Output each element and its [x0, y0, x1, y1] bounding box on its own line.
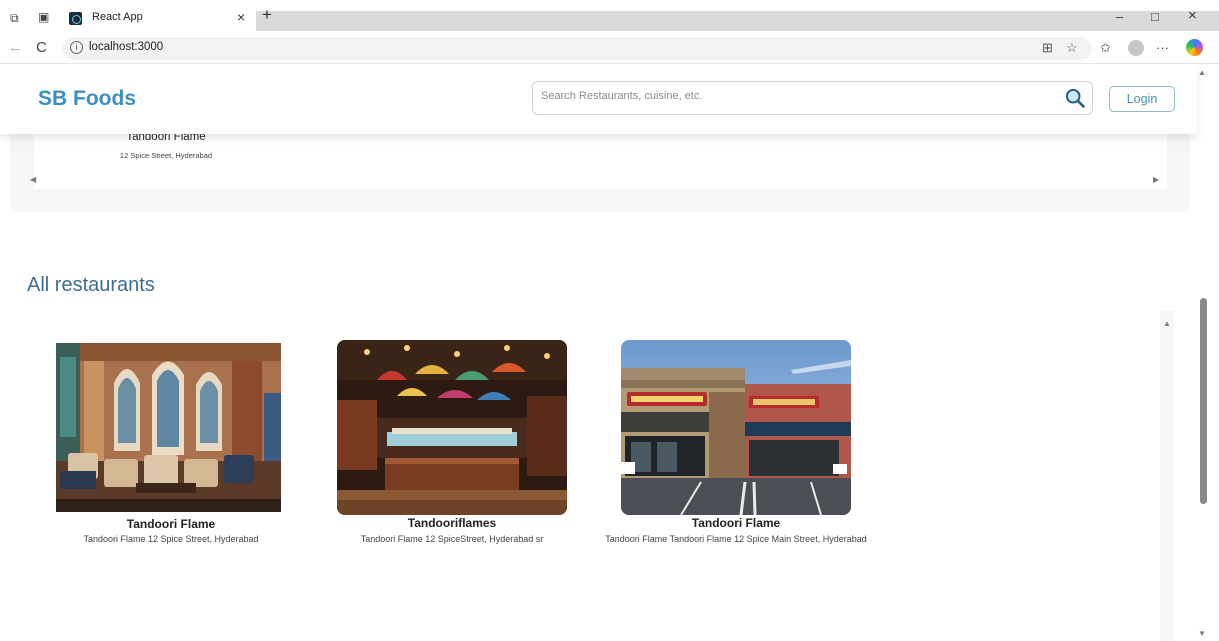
- page-scroll-up-icon[interactable]: ▲: [1198, 68, 1206, 77]
- list-scroll-up-icon[interactable]: ▲: [1163, 319, 1171, 328]
- restaurant-interior-image: [56, 343, 286, 512]
- popular-item-address: 12 Spice Street, Hyderabad: [119, 151, 213, 160]
- restaurant-address: Tandoori Flame Tandoori Flame 12 Spice M…: [605, 534, 867, 544]
- reload-button[interactable]: C: [36, 39, 47, 56]
- search-input[interactable]: [541, 90, 1041, 102]
- popular-carousel[interactable]: Tandoori Flame 12 Spice Street, Hyderaba…: [34, 125, 1167, 189]
- page-scroll-down-icon[interactable]: ▼: [1198, 629, 1206, 638]
- tab-actions-icon[interactable]: ▣: [38, 10, 49, 24]
- carousel-scroll-right-icon[interactable]: ▶: [1153, 175, 1159, 184]
- site-info-icon[interactable]: i: [70, 41, 83, 54]
- popular-item[interactable]: Tandoori Flame 12 Spice Street, Hyderaba…: [71, 125, 261, 185]
- favorite-star-icon[interactable]: ☆: [1066, 40, 1078, 56]
- page-viewport: Tandoori Flame 12 Spice Street, Hyderaba…: [0, 65, 1219, 641]
- minimize-button[interactable]: –: [1116, 9, 1123, 24]
- storefront-exterior-image: [621, 340, 851, 515]
- restaurant-name: Tandoori Flame: [691, 516, 781, 530]
- restaurant-name: Tandooriflames: [407, 516, 497, 530]
- reader-view-icon[interactable]: ⊞: [1042, 40, 1053, 56]
- profile-avatar-icon[interactable]: [1128, 40, 1144, 56]
- tab-react-app[interactable]: React App ×: [62, 6, 256, 34]
- restaurant-address: Tandoori Flame 12 Spice Street, Hyderaba…: [83, 534, 259, 544]
- address-url[interactable]: localhost:3000: [89, 41, 163, 53]
- tabstrip-background: [256, 11, 1219, 31]
- buffet-interior-image: [337, 340, 567, 515]
- new-tab-button[interactable]: +: [262, 5, 272, 25]
- carousel-scroll-left-icon[interactable]: ◀: [30, 175, 36, 184]
- favorites-icon[interactable]: ✩: [1100, 40, 1111, 56]
- restaurant-card[interactable]: Tandoori Flame Tandoori Flame 12 Spice S…: [56, 343, 286, 553]
- search-icon[interactable]: [1065, 88, 1085, 108]
- address-bar[interactable]: i localhost:3000 ⊞ ☆: [62, 37, 1092, 60]
- workspaces-icon[interactable]: ⧉: [10, 11, 19, 26]
- search-bar: [532, 81, 1093, 115]
- restaurant-list-scrollbar[interactable]: [1160, 310, 1174, 641]
- tab-close-icon[interactable]: ×: [237, 9, 245, 25]
- browser-toolbar: ← C i localhost:3000 ⊞ ☆ ✩ ···: [0, 34, 1219, 64]
- restaurant-card[interactable]: Tandoori Flame Tandoori Flame Tandoori F…: [605, 340, 867, 570]
- restaurant-address: Tandoori Flame 12 SpiceStreet, Hyderabad…: [360, 534, 544, 544]
- back-button[interactable]: ←: [8, 39, 23, 56]
- page-scroll-thumb[interactable]: [1200, 298, 1207, 504]
- browser-tabstrip: ⧉ ▣ React App × + – □ ×: [0, 0, 1219, 34]
- restaurant-name: Tandoori Flame: [126, 517, 216, 531]
- site-logo[interactable]: SB Foods: [38, 87, 136, 111]
- restaurant-card[interactable]: Tandooriflames Tandoori Flame 12 SpiceSt…: [337, 340, 567, 550]
- site-header: SB Foods Login: [0, 65, 1197, 134]
- window-close-button[interactable]: ×: [1188, 7, 1197, 24]
- more-menu-icon[interactable]: ···: [1156, 40, 1169, 55]
- copilot-icon[interactable]: [1186, 39, 1203, 56]
- section-title-all-restaurants: All restaurants: [27, 274, 155, 296]
- login-button[interactable]: Login: [1109, 86, 1175, 112]
- tab-title: React App: [92, 11, 143, 23]
- restore-button[interactable]: □: [1151, 9, 1159, 24]
- react-favicon-icon: [69, 12, 82, 25]
